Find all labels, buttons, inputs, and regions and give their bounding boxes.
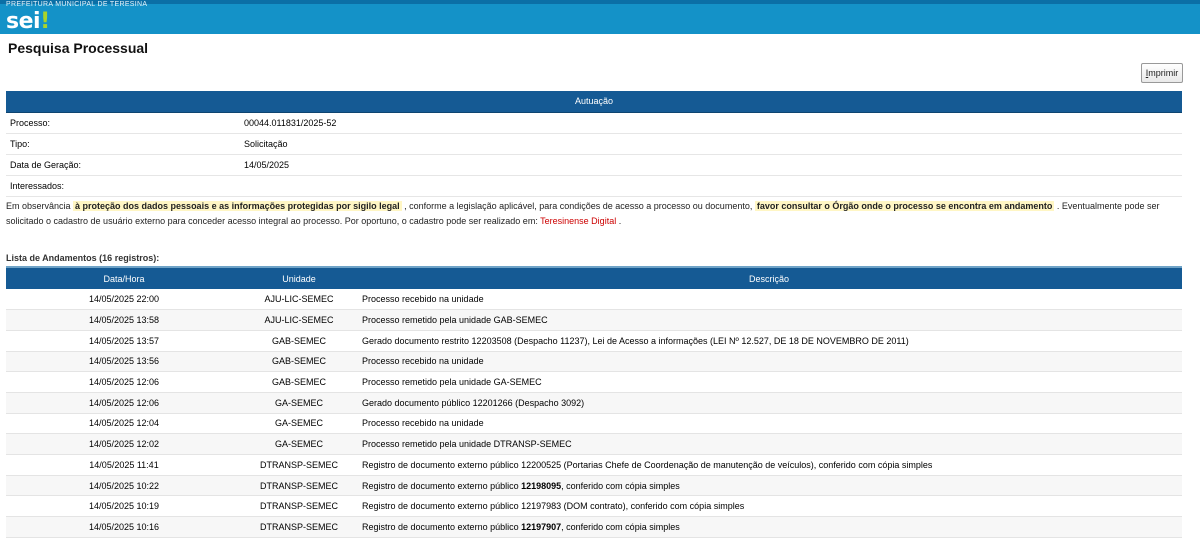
table-row: 14/05/2025 12:06 GAB-SEMEC Processo reme…	[6, 371, 1182, 393]
row-date: 14/05/2025 12:06	[6, 392, 242, 414]
teresinense-digital-link[interactable]: Teresinense Digital	[540, 216, 616, 226]
row-desc: Processo recebido na unidade	[356, 289, 1182, 311]
row-date: 14/05/2025 13:58	[6, 309, 242, 331]
interessados-label: Interessados:	[6, 175, 244, 197]
notice-highlight-consult: favor consultar o Órgão onde o processo …	[754, 201, 1055, 211]
table-row: 14/05/2025 10:16 DTRANSP-SEMEC Registro …	[6, 516, 1182, 538]
row-date: 14/05/2025 10:16	[6, 516, 242, 538]
notice-highlight-privacy: à proteção dos dados pessoais e as infor…	[73, 201, 402, 211]
row-unit: GAB-SEMEC	[242, 351, 356, 373]
row-desc-text: Gerado documento restrito 12203508 (Desp…	[362, 335, 909, 346]
row-date: 14/05/2025 13:57	[6, 330, 242, 352]
row-unit: DTRANSP-SEMEC	[242, 454, 356, 476]
processo-value: 00044.011831/2025-52	[244, 112, 1182, 134]
row-desc: Gerado documento restrito 12203508 (Desp…	[356, 330, 1182, 352]
row-unit: GAB-SEMEC	[242, 371, 356, 393]
row-desc: Registro de documento externo público 12…	[356, 475, 1182, 497]
row-date: 14/05/2025 13:56	[6, 351, 242, 373]
row-unit: DTRANSP-SEMEC	[242, 516, 356, 538]
document-number-link[interactable]: 12197907	[521, 522, 561, 532]
row-unit: AJU-LIC-SEMEC	[242, 289, 356, 311]
andamentos-table: Data/Hora Unidade Descrição 14/05/2025 2…	[6, 266, 1182, 538]
autuacao-row-data: Data de Geração: 14/05/2025	[6, 154, 1182, 176]
print-button[interactable]: Imprimir	[1141, 63, 1183, 83]
table-row: 14/05/2025 22:00 AJU-LIC-SEMEC Processo …	[6, 289, 1182, 311]
row-desc-text-end: , conferido com cópia simples	[561, 480, 680, 491]
row-unit: DTRANSP-SEMEC	[242, 475, 356, 497]
row-desc-text-end: , conferido com cópia simples	[561, 521, 680, 532]
print-label: mprimir	[1148, 68, 1179, 78]
col-header-desc: Descrição	[356, 266, 1182, 289]
notice-text-2: , conforme a legislação aplicável, para …	[401, 201, 755, 211]
row-date: 14/05/2025 22:00	[6, 289, 242, 311]
autuacao-header: Autuação	[6, 91, 1182, 113]
row-date: 14/05/2025 12:02	[6, 433, 242, 455]
notice-text-1: Em observância	[6, 201, 74, 211]
row-desc: Processo remetido pela unidade GA-SEMEC	[356, 371, 1182, 393]
logo-dot: !	[40, 9, 50, 34]
row-desc: Gerado documento público 12201266 (Despa…	[356, 392, 1182, 414]
row-desc-text: Processo recebido na unidade	[362, 294, 484, 305]
table-row: 14/05/2025 10:22 DTRANSP-SEMEC Registro …	[6, 475, 1182, 497]
row-date: 14/05/2025 10:22	[6, 475, 242, 497]
table-row: 14/05/2025 10:19 DTRANSP-SEMEC Registro …	[6, 495, 1182, 518]
col-header-date: Data/Hora	[6, 266, 242, 289]
table-row: 14/05/2025 13:56 GAB-SEMEC Processo rece…	[6, 351, 1182, 373]
row-unit: AJU-LIC-SEMEC	[242, 309, 356, 331]
tipo-value: Solicitação	[244, 133, 1182, 155]
row-unit: DTRANSP-SEMEC	[242, 495, 356, 518]
row-desc-text: Processo recebido na unidade	[362, 418, 484, 429]
document-number-link[interactable]: 12198095	[521, 481, 561, 491]
privacy-notice: Em observância à proteção dos dados pess…	[6, 199, 1196, 229]
row-desc: Processo recebido na unidade	[356, 351, 1182, 373]
row-desc: Processo remetido pela unidade GAB-SEMEC	[356, 309, 1182, 331]
table-row: 14/05/2025 12:02 GA-SEMEC Processo remet…	[6, 433, 1182, 455]
row-desc-text: Processo remetido pela unidade DTRANSP-S…	[362, 439, 572, 450]
andamentos-header-row: Data/Hora Unidade Descrição	[6, 266, 1182, 289]
autuacao-row-processo: Processo: 00044.011831/2025-52	[6, 112, 1182, 134]
row-desc-text: Registro de documento externo público	[362, 521, 522, 532]
data-geracao-value: 14/05/2025	[244, 154, 1182, 176]
row-desc-text: Processo remetido pela unidade GA-SEMEC	[362, 377, 542, 388]
org-name: PREFEITURA MUNICIPAL DE TERESINA	[6, 1, 148, 8]
data-geracao-label: Data de Geração:	[6, 154, 244, 176]
row-date: 14/05/2025 12:04	[6, 413, 242, 435]
tipo-label: Tipo:	[6, 133, 244, 155]
autuacao-row-tipo: Tipo: Solicitação	[6, 133, 1182, 155]
notice-text-4: .	[616, 216, 622, 226]
row-desc: Registro de documento externo público 12…	[356, 454, 1182, 476]
andamentos-title: Lista de Andamentos (16 registros):	[6, 253, 160, 263]
row-unit: GAB-SEMEC	[242, 330, 356, 352]
logo-text: sei	[6, 9, 41, 34]
row-desc: Registro de documento externo público 12…	[356, 516, 1182, 538]
row-desc-text: Registro de documento externo público	[362, 480, 522, 491]
col-header-unit: Unidade	[242, 266, 356, 289]
interessados-value	[244, 175, 1182, 197]
sei-logo[interactable]: sei!	[6, 9, 50, 34]
row-desc-text: Processo recebido na unidade	[362, 356, 484, 367]
top-header-bar: PREFEITURA MUNICIPAL DE TERESINA sei!	[0, 0, 1200, 34]
row-date: 14/05/2025 10:19	[6, 495, 242, 518]
row-desc-text: Processo remetido pela unidade GAB-SEMEC	[362, 315, 548, 326]
page-title: Pesquisa Processual	[8, 40, 149, 56]
processo-label: Processo:	[6, 112, 244, 134]
row-desc-text: Gerado documento público 12201266 (Despa…	[362, 397, 585, 408]
table-row: 14/05/2025 11:41 DTRANSP-SEMEC Registro …	[6, 454, 1182, 476]
row-date: 14/05/2025 11:41	[6, 454, 242, 476]
row-desc: Registro de documento externo público 12…	[356, 495, 1182, 518]
row-desc: Processo remetido pela unidade DTRANSP-S…	[356, 433, 1182, 455]
table-row: 14/05/2025 12:04 GA-SEMEC Processo receb…	[6, 413, 1182, 435]
row-unit: GA-SEMEC	[242, 392, 356, 414]
table-row: 14/05/2025 13:57 GAB-SEMEC Gerado docume…	[6, 330, 1182, 352]
row-desc-text: Registro de documento externo público 12…	[362, 501, 745, 512]
autuacao-table: Autuação Processo: 00044.011831/2025-52 …	[6, 91, 1182, 197]
row-unit: GA-SEMEC	[242, 433, 356, 455]
row-desc: Processo recebido na unidade	[356, 413, 1182, 435]
row-desc-text: Registro de documento externo público 12…	[362, 459, 933, 470]
table-row: 14/05/2025 12:06 GA-SEMEC Gerado documen…	[6, 392, 1182, 414]
table-row: 14/05/2025 13:58 AJU-LIC-SEMEC Processo …	[6, 309, 1182, 331]
row-date: 14/05/2025 12:06	[6, 371, 242, 393]
autuacao-row-interessados: Interessados:	[6, 175, 1182, 197]
row-unit: GA-SEMEC	[242, 413, 356, 435]
